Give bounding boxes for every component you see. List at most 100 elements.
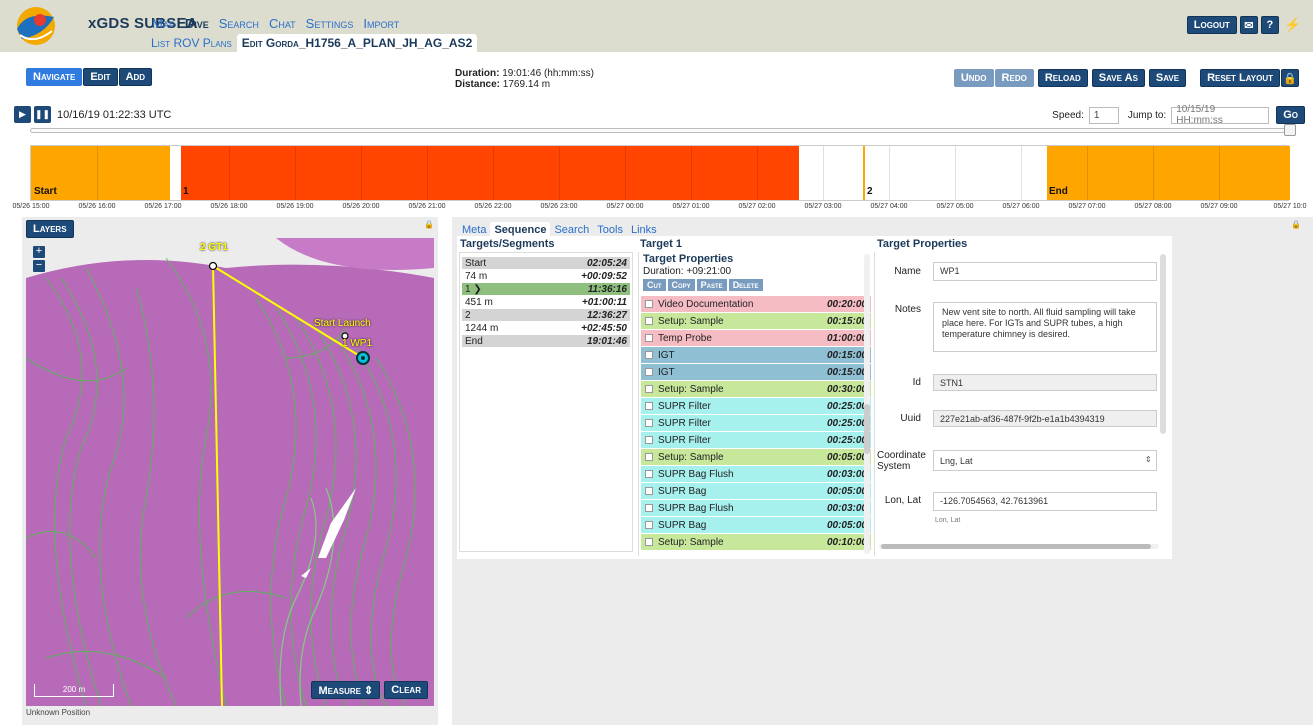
nav-search[interactable]: Search [219,16,259,31]
step-row[interactable]: Temp Probe 01:00:00 [641,330,871,346]
jump-input[interactable]: 10/15/19 HH:mm:ss [1171,104,1270,126]
add-button[interactable]: Add [118,68,153,86]
lock-icon[interactable]: 🔒 [1281,69,1299,87]
segment-row[interactable]: 74 m +00:09:52 [462,270,630,282]
step-checkbox[interactable] [645,470,653,478]
step-row[interactable]: Setup: Sample 00:05:00 [641,449,871,465]
target-row[interactable]: End 19:01:46 [462,335,630,347]
step-checkbox[interactable] [645,453,653,461]
properties-h-scrollbar[interactable] [879,544,1159,549]
save-button[interactable]: Save [1148,69,1187,87]
go-button[interactable]: Go [1276,106,1305,124]
step-row[interactable]: IGT 00:15:00 [641,347,871,363]
measure-button[interactable]: Measure ⇕ [311,681,381,699]
coord-select[interactable]: Lng, Lat [933,450,1157,471]
properties-v-scrollbar[interactable] [1160,254,1166,434]
nav-import[interactable]: Import [363,16,399,31]
step-row[interactable]: SUPR Filter 00:25:00 [641,415,871,431]
subnav-list-plans[interactable]: List ROV Plans [146,34,237,52]
step-row[interactable]: SUPR Bag 00:05:00 [641,483,871,499]
step-row[interactable]: Setup: Sample 00:15:00 [641,313,871,329]
step-row[interactable]: Video Documentation 00:20:00 [641,296,871,312]
step-checkbox[interactable] [645,334,653,342]
nav-settings[interactable]: Settings [306,16,354,31]
target-row[interactable]: Start 02:05:24 [462,257,630,269]
name-field[interactable]: WP1 [933,262,1157,281]
step-row[interactable]: SUPR Bag Flush 00:03:00 [641,500,871,516]
step-checkbox[interactable] [645,385,653,393]
nav-dive[interactable]: Dive [185,16,209,31]
subnav-edit-plan[interactable]: Edit Gorda_H1756_A_PLAN_JH_AG_AS2 [236,34,478,52]
step-checkbox[interactable] [645,436,653,444]
speed-input[interactable]: 1 [1088,106,1119,124]
paste-button[interactable]: Paste [696,279,727,291]
step-name: IGT [658,349,675,361]
pause-icon[interactable]: ❚❚ [34,106,51,123]
step-checkbox[interactable] [645,300,653,308]
slider-handle[interactable] [1284,124,1296,136]
zoom-in-button[interactable]: + [33,246,45,258]
scroll-thumb[interactable] [881,544,1151,549]
step-row[interactable]: SUPR Bag Flush 00:03:00 [641,466,871,482]
step-row[interactable]: IGT 00:15:00 [641,364,871,380]
copy-button[interactable]: Copy [667,279,695,291]
step-row[interactable]: SUPR Filter 00:25:00 [641,398,871,414]
zoom-out-button[interactable]: − [33,260,45,272]
segment-row[interactable]: 451 m +01:00:11 [462,296,630,308]
timeline-station-2[interactable] [799,146,1047,200]
lock-icon[interactable]: 🔒 [424,220,434,229]
timeline-travel-segment[interactable] [181,146,799,200]
target-row[interactable]: 1 ❯ 11:36:16 [462,283,630,295]
clear-button[interactable]: Clear [384,681,428,699]
play-icon[interactable]: ▶ [14,106,31,123]
navigate-button[interactable]: Navigate [26,68,83,86]
nav-chat[interactable]: Chat [269,16,296,31]
step-checkbox[interactable] [645,521,653,529]
notes-label: Notes [894,304,921,315]
lonlat-field[interactable]: -126.7054563, 42.7613961 [933,492,1157,511]
delete-button[interactable]: Delete [728,279,763,291]
step-checkbox[interactable] [645,538,653,546]
envelope-icon[interactable]: ✉ [1239,16,1258,34]
step-checkbox[interactable] [645,368,653,376]
save-as-button[interactable]: Save As [1091,69,1145,87]
target-row[interactable]: 2 12:36:27 [462,309,630,321]
plug-icon[interactable]: ⚡ [1285,17,1301,33]
question-icon[interactable]: ? [1260,16,1279,34]
step-row[interactable]: Setup: Sample 00:30:00 [641,381,871,397]
layers-button[interactable]: Layers [26,220,74,238]
step-row[interactable]: SUPR Filter 00:25:00 [641,432,871,448]
step-checkbox[interactable] [645,317,653,325]
step-checkbox[interactable] [645,504,653,512]
map-view[interactable]: + − 2 GT1 Start Launch 1 WP1 200 m Measu… [26,238,434,706]
lock-icon[interactable]: 🔒 [1291,220,1301,229]
grid-line [757,146,758,200]
grid-line [361,146,362,200]
timeline-marker-line [863,146,865,200]
step-checkbox[interactable] [645,487,653,495]
chevron-down-icon[interactable]: ⇕ [1145,455,1152,464]
reset-layout-button[interactable]: Reset Layout [1200,69,1280,87]
edit-button[interactable]: Edit [83,68,118,86]
segment-name: 451 m [465,296,493,308]
segment-row[interactable]: 1244 m +02:45:50 [462,322,630,334]
undo-button[interactable]: Undo [953,69,994,87]
step-row[interactable]: Setup: Sample 00:10:00 [641,534,871,550]
nav-map[interactable]: Map [152,16,175,31]
plan-timeline[interactable]: Start 1 2 End [30,145,1290,201]
step-checkbox[interactable] [645,351,653,359]
props-heading: Target Properties [877,238,968,250]
logout-button[interactable]: Logout [1186,16,1237,34]
step-row[interactable]: SUPR Bag 00:05:00 [641,517,871,533]
step-checkbox[interactable] [645,402,653,410]
scroll-thumb[interactable] [864,404,870,454]
sequence-scrollbar[interactable] [864,254,870,554]
playback-slider[interactable] [30,128,1296,133]
redo-button[interactable]: Redo [994,69,1034,87]
timeline-end-segment[interactable] [1047,146,1290,200]
reload-button[interactable]: Reload [1037,69,1088,87]
step-checkbox[interactable] [645,419,653,427]
tick-label: 05/27 02:00 [738,203,776,210]
notes-field[interactable]: New vent site to north. All fluid sampli… [933,302,1157,352]
cut-button[interactable]: Cut [643,279,666,291]
